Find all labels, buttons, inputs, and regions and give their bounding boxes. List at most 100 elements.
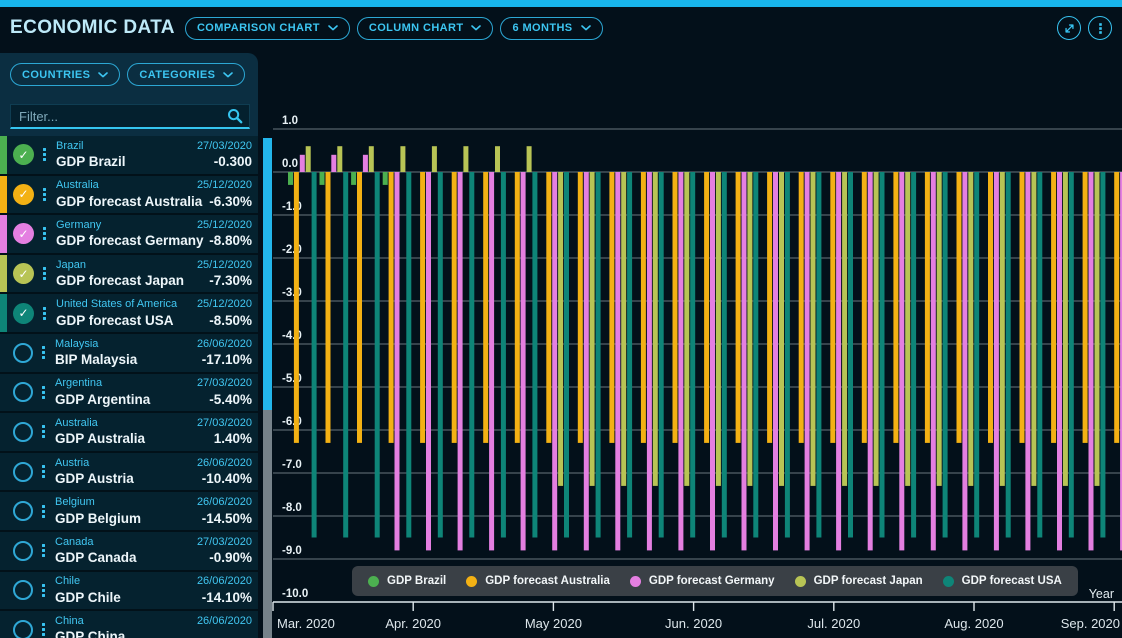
bar-gdp-forecast-australia[interactable]	[799, 172, 804, 443]
item-menu-icon[interactable]	[42, 465, 45, 478]
sidebar-item-chile[interactable]: ChileGDP Chile26/06/2020-14.10%	[0, 572, 258, 612]
bar-gdp-forecast-japan[interactable]	[400, 146, 405, 172]
bar-gdp-forecast-usa[interactable]	[312, 172, 317, 538]
bar-gdp-forecast-japan[interactable]	[621, 172, 626, 486]
unselected-checkbox[interactable]	[13, 501, 33, 521]
bar-gdp-forecast-germany[interactable]	[994, 172, 999, 550]
selected-checkbox[interactable]: ✓	[13, 263, 34, 284]
more-menu-button[interactable]	[1088, 16, 1112, 40]
bar-gdp-forecast-germany[interactable]	[868, 172, 873, 550]
countries-dropdown[interactable]: COUNTRIES	[10, 63, 120, 86]
bar-gdp-forecast-usa[interactable]	[1037, 172, 1042, 538]
bar-gdp-forecast-japan[interactable]	[337, 146, 342, 172]
unselected-checkbox[interactable]	[13, 620, 33, 638]
unselected-checkbox[interactable]	[13, 462, 33, 482]
item-menu-icon[interactable]	[42, 386, 45, 399]
bar-gdp-forecast-usa[interactable]	[785, 172, 790, 538]
bar-gdp-forecast-japan[interactable]	[716, 172, 721, 486]
bar-gdp-forecast-germany[interactable]	[489, 172, 494, 550]
bar-gdp-forecast-germany[interactable]	[962, 172, 967, 550]
bar-gdp-forecast-australia[interactable]	[641, 172, 646, 443]
bar-gdp-forecast-australia[interactable]	[357, 172, 362, 443]
bar-gdp-forecast-germany[interactable]	[710, 172, 715, 550]
item-menu-icon[interactable]	[43, 267, 46, 280]
bar-gdp-forecast-japan[interactable]	[779, 172, 784, 486]
item-menu-icon[interactable]	[42, 346, 45, 359]
bar-gdp-forecast-usa[interactable]	[753, 172, 758, 538]
item-menu-icon[interactable]	[42, 544, 45, 557]
bar-gdp-forecast-germany[interactable]	[521, 172, 526, 550]
bar-gdp-brazil[interactable]	[320, 172, 325, 185]
bar-gdp-forecast-usa[interactable]	[816, 172, 821, 538]
bar-gdp-forecast-australia[interactable]	[452, 172, 457, 443]
bar-gdp-forecast-japan[interactable]	[369, 146, 374, 172]
bar-gdp-forecast-japan[interactable]	[811, 172, 816, 486]
bar-gdp-forecast-japan[interactable]	[527, 146, 532, 172]
bar-gdp-forecast-japan[interactable]	[306, 146, 311, 172]
bar-gdp-forecast-australia[interactable]	[925, 172, 930, 443]
bar-gdp-forecast-germany[interactable]	[584, 172, 589, 550]
bar-gdp-forecast-usa[interactable]	[659, 172, 664, 538]
bar-gdp-forecast-australia[interactable]	[767, 172, 772, 443]
item-menu-icon[interactable]	[42, 425, 45, 438]
bar-gdp-forecast-australia[interactable]	[830, 172, 835, 443]
bar-gdp-forecast-usa[interactable]	[438, 172, 443, 538]
unselected-checkbox[interactable]	[13, 580, 33, 600]
bar-gdp-forecast-japan[interactable]	[747, 172, 752, 486]
unselected-checkbox[interactable]	[13, 343, 33, 363]
bar-gdp-forecast-japan[interactable]	[905, 172, 910, 486]
bar-gdp-forecast-germany[interactable]	[458, 172, 463, 550]
unselected-checkbox[interactable]	[13, 541, 33, 561]
bar-gdp-forecast-australia[interactable]	[673, 172, 678, 443]
sidebar-scrollbar[interactable]	[263, 138, 272, 638]
bar-gdp-forecast-germany[interactable]	[331, 155, 336, 172]
sidebar-item-belgium[interactable]: BelgiumGDP Belgium26/06/2020-14.50%	[0, 492, 258, 532]
bar-gdp-forecast-usa[interactable]	[690, 172, 695, 538]
bar-gdp-forecast-germany[interactable]	[1025, 172, 1030, 550]
comparison-chart-dropdown[interactable]: COMPARISON CHART	[185, 17, 350, 40]
sidebar-item-united-states-of-america[interactable]: ✓United States of AmericaGDP forecast US…	[0, 294, 258, 334]
bar-gdp-forecast-japan[interactable]	[937, 172, 942, 486]
column-chart-dropdown[interactable]: COLUMN CHART	[357, 17, 494, 40]
bar-gdp-forecast-usa[interactable]	[406, 172, 411, 538]
bar-gdp-forecast-usa[interactable]	[1006, 172, 1011, 538]
bar-gdp-forecast-germany[interactable]	[1089, 172, 1094, 550]
unselected-checkbox[interactable]	[13, 422, 33, 442]
sidebar-item-brazil[interactable]: ✓BrazilGDP Brazil27/03/2020-0.300	[0, 136, 258, 176]
selected-checkbox[interactable]: ✓	[13, 184, 34, 205]
bar-gdp-forecast-japan[interactable]	[432, 146, 437, 172]
fullscreen-button[interactable]	[1057, 16, 1081, 40]
categories-dropdown[interactable]: CATEGORIES	[127, 63, 245, 86]
scrollbar-thumb[interactable]	[263, 138, 272, 410]
bar-gdp-forecast-germany[interactable]	[931, 172, 936, 550]
bar-gdp-forecast-usa[interactable]	[1069, 172, 1074, 538]
bar-gdp-forecast-japan[interactable]	[842, 172, 847, 486]
bar-gdp-forecast-usa[interactable]	[627, 172, 632, 538]
bar-gdp-forecast-japan[interactable]	[463, 146, 468, 172]
bar-gdp-forecast-australia[interactable]	[1083, 172, 1088, 443]
bar-gdp-forecast-australia[interactable]	[1020, 172, 1025, 443]
item-menu-icon[interactable]	[43, 148, 46, 161]
bar-gdp-forecast-germany[interactable]	[678, 172, 683, 550]
selected-checkbox[interactable]: ✓	[13, 223, 34, 244]
bar-gdp-forecast-australia[interactable]	[862, 172, 867, 443]
selected-checkbox[interactable]: ✓	[13, 303, 34, 324]
bar-gdp-forecast-australia[interactable]	[1051, 172, 1056, 443]
bar-gdp-forecast-usa[interactable]	[943, 172, 948, 538]
bar-gdp-forecast-usa[interactable]	[343, 172, 348, 538]
bar-gdp-forecast-australia[interactable]	[578, 172, 583, 443]
sidebar-item-china[interactable]: ChinaGDP China26/06/2020	[0, 611, 258, 638]
bar-gdp-brazil[interactable]	[351, 172, 356, 185]
bar-gdp-forecast-germany[interactable]	[836, 172, 841, 550]
sidebar-item-malaysia[interactable]: MalaysiaBIP Malaysia26/06/2020-17.10%	[0, 334, 258, 374]
bar-gdp-forecast-australia[interactable]	[483, 172, 488, 443]
bar-gdp-forecast-usa[interactable]	[469, 172, 474, 538]
item-menu-icon[interactable]	[42, 584, 45, 597]
bar-gdp-forecast-australia[interactable]	[389, 172, 394, 443]
bar-gdp-forecast-australia[interactable]	[957, 172, 962, 443]
6-months-dropdown[interactable]: 6 MONTHS	[500, 17, 602, 40]
unselected-checkbox[interactable]	[13, 382, 33, 402]
bar-gdp-forecast-australia[interactable]	[988, 172, 993, 443]
bar-gdp-forecast-australia[interactable]	[704, 172, 709, 443]
bar-gdp-forecast-japan[interactable]	[1095, 172, 1100, 486]
